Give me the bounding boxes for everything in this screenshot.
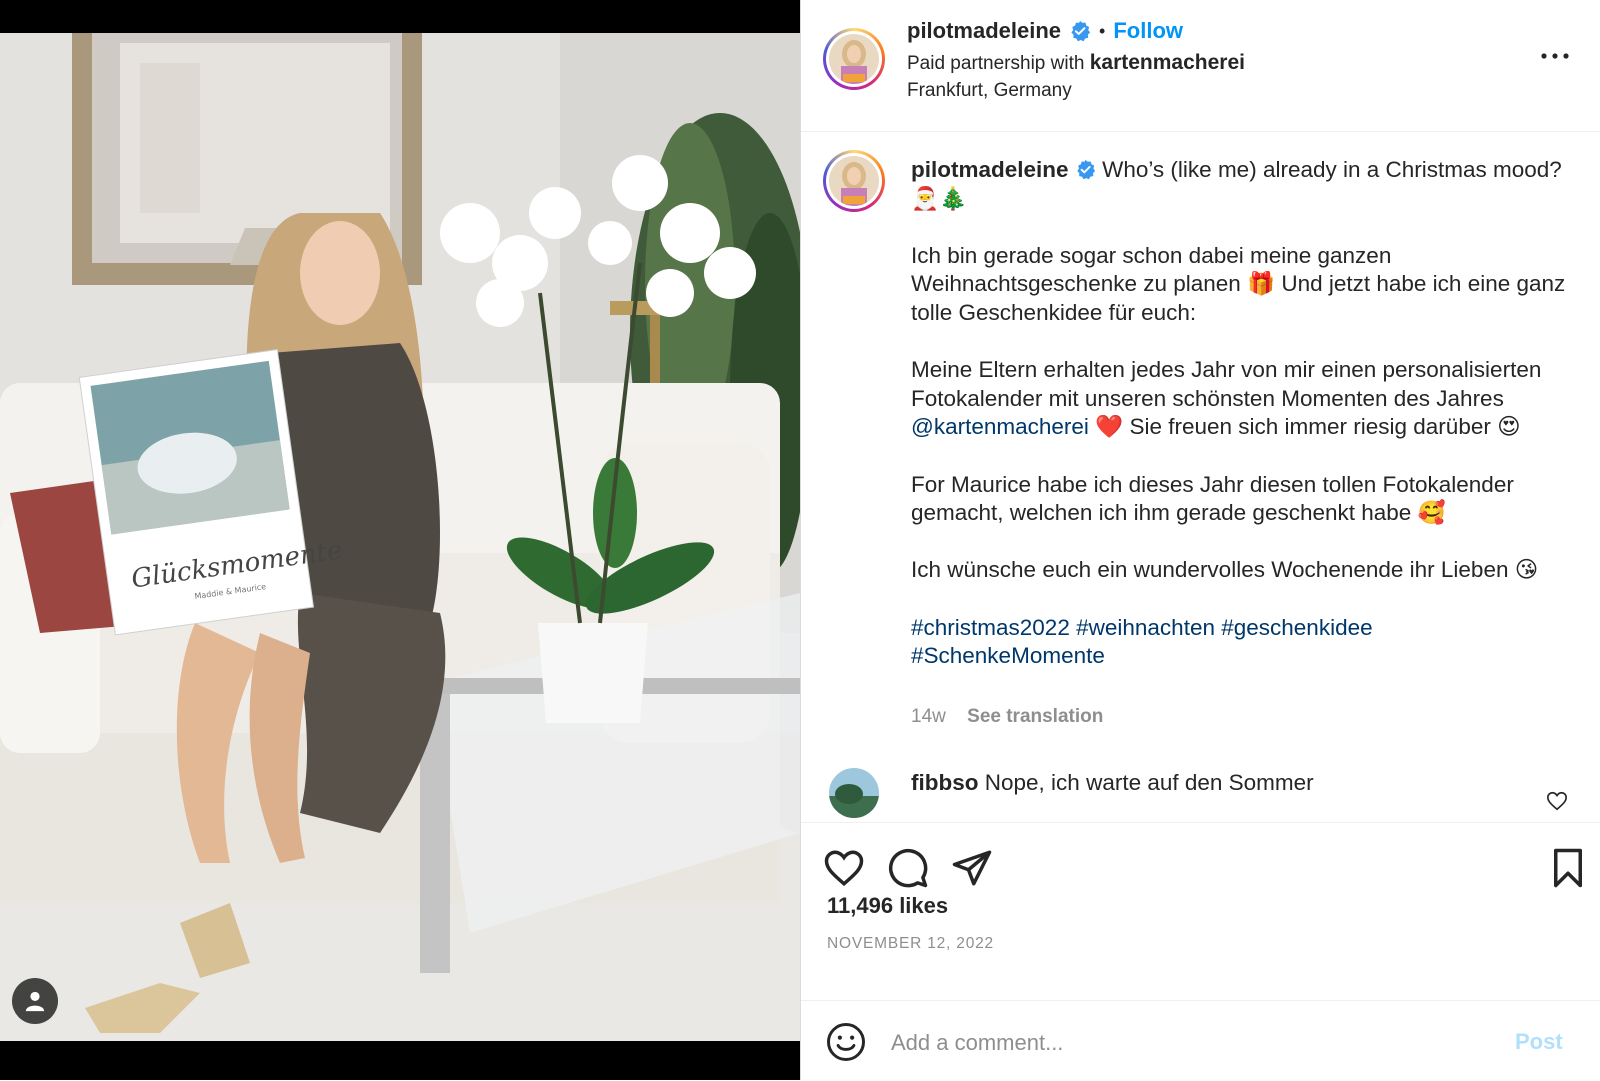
caption-username[interactable]: pilotmadeleine bbox=[911, 157, 1069, 182]
hashtag-link[interactable]: #weihnachten bbox=[1076, 615, 1215, 640]
caption-hashtags: #christmas2022 #weihnachten #geschenkide… bbox=[911, 614, 1571, 671]
post-header: pilotmadeleine • Follow Paid partnership… bbox=[801, 0, 1600, 132]
hashtag-link[interactable]: #SchenkeMomente bbox=[911, 643, 1105, 668]
comment-avatar[interactable] bbox=[829, 768, 879, 818]
post-sidebar: pilotmadeleine • Follow Paid partnership… bbox=[800, 0, 1600, 1080]
caption-text-segment: Meine Eltern erhalten jedes Jahr von mir… bbox=[911, 357, 1542, 411]
post-comment-button[interactable]: Post bbox=[1515, 1029, 1563, 1055]
comment-username[interactable]: fibbso bbox=[911, 770, 979, 795]
caption-meta: 14w See translation bbox=[911, 706, 1103, 728]
caption-intro: pilotmadeleine Who’s (like me) already i… bbox=[911, 156, 1571, 213]
smiley-icon[interactable] bbox=[825, 1021, 867, 1063]
caption-area: pilotmadeleine Who’s (like me) already i… bbox=[801, 132, 1600, 822]
comment-item: fibbso Nope, ich warte auf den Sommer bbox=[801, 762, 1600, 822]
header-title-row: pilotmadeleine • Follow bbox=[907, 18, 1183, 44]
likes-count[interactable]: 11,496 likes bbox=[827, 893, 948, 919]
comment-input[interactable] bbox=[889, 1023, 1493, 1063]
partner-link[interactable]: kartenmacherei bbox=[1090, 51, 1245, 74]
verified-badge-icon bbox=[1077, 159, 1095, 180]
avatar-image bbox=[829, 768, 879, 818]
user-tag-button[interactable] bbox=[12, 978, 58, 1024]
caption-avatar[interactable] bbox=[823, 150, 885, 212]
verified-badge-icon bbox=[1071, 20, 1091, 42]
post-image: Glücksmomente Maddie & Maurice bbox=[0, 33, 800, 1041]
header-username[interactable]: pilotmadeleine bbox=[907, 18, 1061, 44]
post-date: NOVEMBER 12, 2022 bbox=[827, 935, 994, 952]
header-avatar[interactable] bbox=[823, 28, 885, 90]
caption-text-segment: ❤️ Sie freuen sich immer riesig darüber … bbox=[1088, 414, 1521, 440]
location-link[interactable]: Frankfurt, Germany bbox=[907, 80, 1072, 102]
post-age[interactable]: 14w bbox=[911, 706, 946, 727]
comment-body: Nope, ich warte auf den Sommer bbox=[984, 770, 1314, 795]
heart-icon[interactable] bbox=[823, 847, 865, 889]
ellipsis-icon[interactable] bbox=[1539, 46, 1571, 66]
caption-paragraph: For Maurice habe ich dieses Jahr diesen … bbox=[911, 471, 1514, 526]
hashtag-link[interactable]: #christmas2022 bbox=[911, 615, 1070, 640]
follow-button[interactable]: Follow bbox=[1113, 18, 1183, 44]
caption-paragraph: Meine Eltern erhalten jedes Jahr von mir… bbox=[911, 356, 1571, 442]
caption-text: pilotmadeleine Who’s (like me) already i… bbox=[911, 156, 1571, 671]
comment-text: fibbso Nope, ich warte auf den Sommer bbox=[911, 770, 1314, 796]
comment-composer: Post bbox=[801, 1000, 1600, 1081]
post-photo[interactable]: Glücksmomente Maddie & Maurice bbox=[0, 33, 800, 1041]
post-actions: 11,496 likes NOVEMBER 12, 2022 bbox=[801, 822, 1600, 1001]
comment-heart-icon[interactable] bbox=[1546, 790, 1568, 812]
comment-bubble-icon[interactable] bbox=[887, 847, 929, 889]
caption-paragraph: Ich wünsche euch ein wundervolles Wochen… bbox=[911, 557, 1539, 583]
hashtag-link[interactable]: #geschenkidee bbox=[1221, 615, 1372, 640]
post-photo-panel: Glücksmomente Maddie & Maurice bbox=[0, 0, 800, 1080]
paper-plane-icon[interactable] bbox=[951, 847, 993, 889]
avatar-image bbox=[829, 156, 879, 206]
person-icon bbox=[25, 991, 45, 1012]
see-translation-button[interactable]: See translation bbox=[967, 706, 1103, 727]
mention-link[interactable]: @kartenmacherei bbox=[911, 414, 1089, 439]
partnership-prefix: Paid partnership with bbox=[907, 53, 1090, 74]
caption-paragraph: Ich bin gerade sogar schon dabei meine g… bbox=[911, 242, 1566, 325]
avatar-image bbox=[829, 34, 879, 84]
header-separator: • bbox=[1099, 20, 1106, 41]
partnership-line: Paid partnership with kartenmacherei bbox=[907, 51, 1245, 75]
bookmark-icon[interactable] bbox=[1547, 847, 1589, 889]
